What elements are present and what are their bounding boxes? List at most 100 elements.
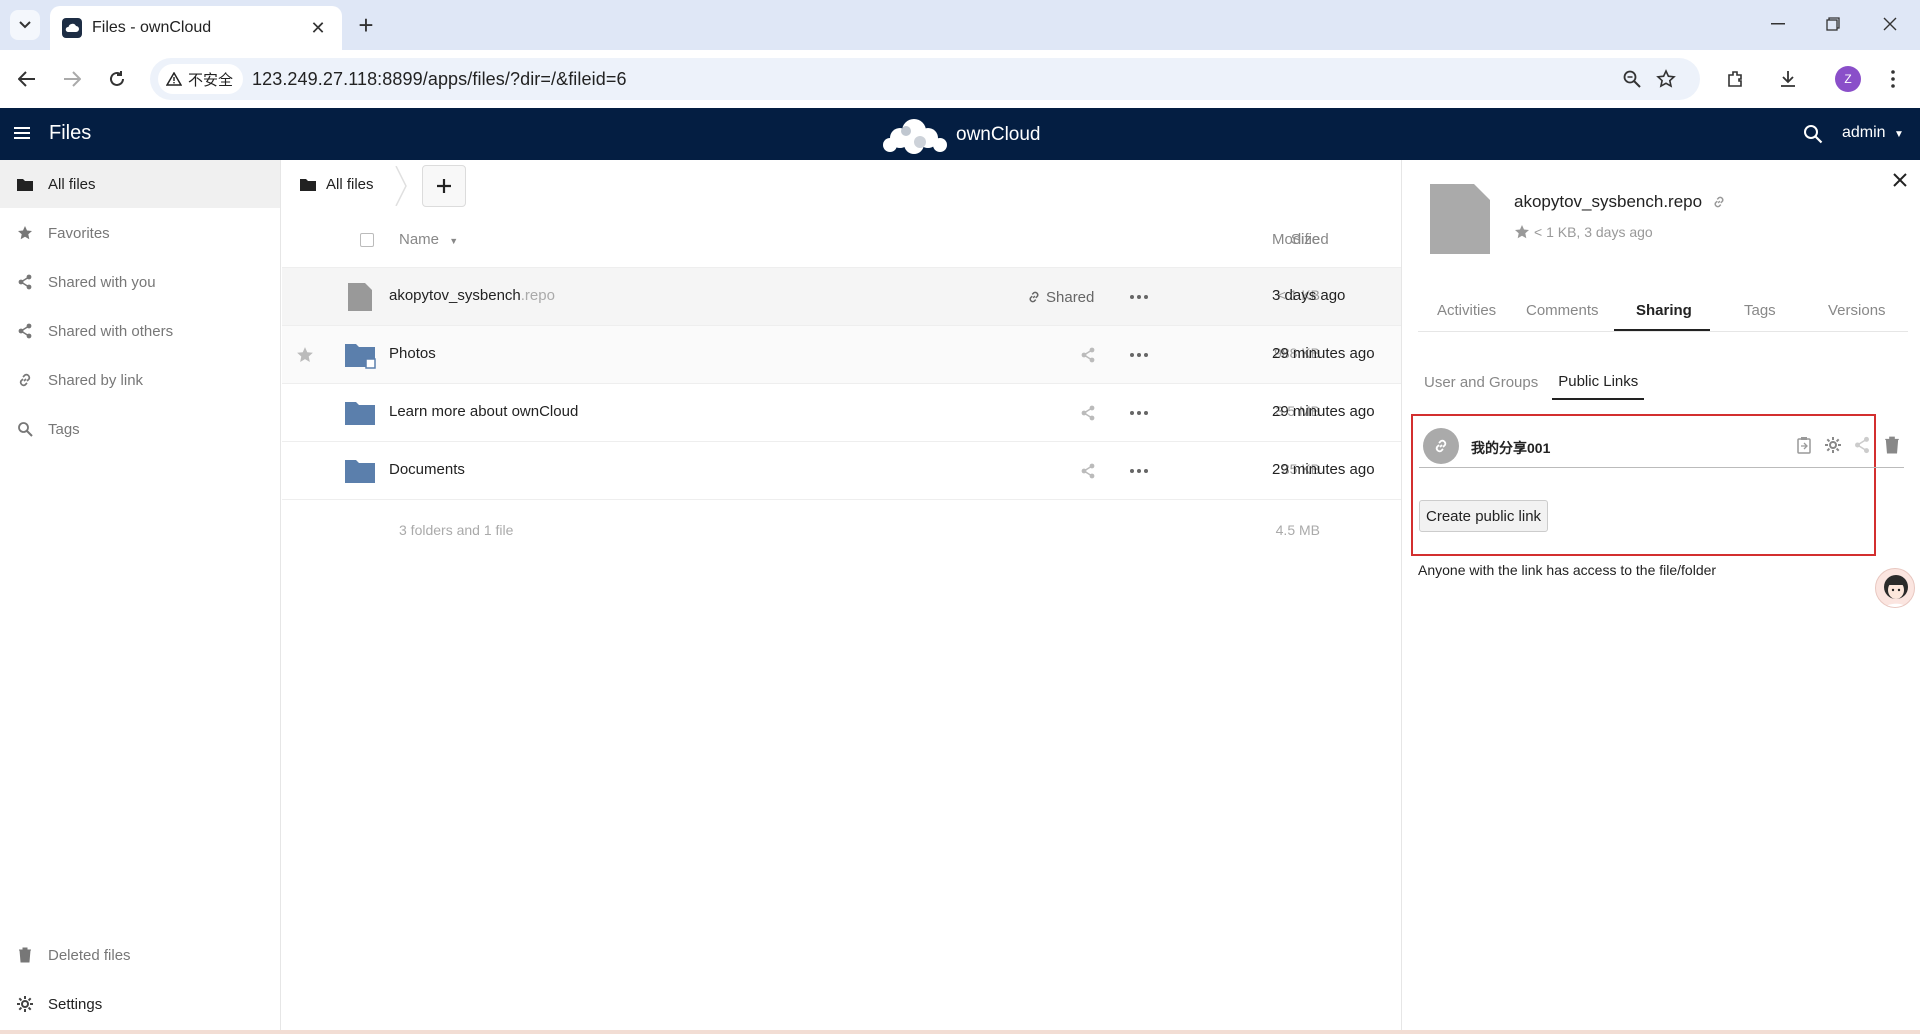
- create-public-link-button[interactable]: Create public link: [1419, 500, 1549, 532]
- close-window-button[interactable]: [1870, 8, 1910, 40]
- more-actions-icon[interactable]: [1127, 403, 1151, 423]
- back-button[interactable]: [12, 64, 42, 94]
- tab-close-icon[interactable]: ✕: [306, 18, 330, 39]
- security-indicator[interactable]: 不安全: [158, 64, 244, 94]
- trash-icon[interactable]: [1883, 436, 1901, 454]
- owncloud-logo[interactable]: ownCloud: [880, 114, 1041, 156]
- gear-icon[interactable]: [1824, 436, 1842, 454]
- hamburger-menu-icon[interactable]: [14, 124, 34, 144]
- restore-button[interactable]: [1813, 8, 1853, 40]
- shared-status-button[interactable]: Shared: [1027, 287, 1094, 307]
- more-actions-icon[interactable]: [1127, 287, 1151, 307]
- downloads-icon[interactable]: [1773, 64, 1803, 94]
- new-tab-button[interactable]: +: [352, 10, 380, 40]
- public-link-item: 我的分享001: [1419, 422, 1904, 468]
- nav-item-shared-by-link[interactable]: Shared by link: [0, 356, 280, 404]
- profile-initial: Z: [1844, 72, 1852, 86]
- file-extension: .repo: [520, 287, 555, 304]
- file-basename: akopytov_sysbench: [389, 287, 521, 304]
- table-row[interactable]: Learn more about ownCloud 3.5 MB 29 minu…: [282, 384, 1401, 442]
- column-name-header[interactable]: Name ▼: [399, 231, 458, 248]
- brand-name: ownCloud: [956, 124, 1041, 145]
- cloud-logo-icon: [883, 119, 947, 154]
- browser-menu-icon[interactable]: [1878, 64, 1908, 94]
- tab-comments[interactable]: Comments: [1526, 302, 1599, 319]
- trash-icon: [16, 946, 34, 964]
- browser-toolbar: 不安全 123.249.27.118:8899/apps/files/?dir=…: [0, 50, 1920, 108]
- nav-item-favorites[interactable]: Favorites: [0, 209, 280, 257]
- forward-button[interactable]: [57, 64, 87, 94]
- link-icon: [1029, 291, 1039, 303]
- arrow-right-icon: [64, 71, 81, 87]
- owncloud-favicon-icon: [62, 18, 82, 38]
- assistant-avatar[interactable]: [1875, 568, 1915, 608]
- user-name: admin: [1842, 124, 1886, 141]
- file-name[interactable]: Learn more about ownCloud: [389, 403, 578, 420]
- folder-icon: [16, 175, 34, 193]
- nav-item-all-files[interactable]: All files: [0, 160, 280, 208]
- user-menu[interactable]: admin ▼: [1842, 124, 1904, 142]
- profile-avatar[interactable]: Z: [1835, 66, 1861, 92]
- star-icon[interactable]: [1514, 224, 1530, 240]
- details-file-name-text: akopytov_sysbench.repo: [1514, 192, 1703, 211]
- star-icon[interactable]: [296, 346, 314, 364]
- subtab-public-links[interactable]: Public Links: [1552, 364, 1645, 400]
- share-icon[interactable]: [1853, 436, 1871, 454]
- minimize-button[interactable]: [1758, 8, 1798, 40]
- file-name[interactable]: Photos: [389, 345, 436, 362]
- file-name[interactable]: akopytov_sysbench.repo: [389, 287, 555, 304]
- address-bar[interactable]: 不安全 123.249.27.118:8899/apps/files/?dir=…: [150, 58, 1700, 100]
- breadcrumb-all-files[interactable]: All files: [300, 176, 374, 193]
- nav-label: Shared with you: [48, 273, 156, 291]
- tab-activities[interactable]: Activities: [1437, 302, 1496, 319]
- select-all-checkbox[interactable]: [360, 233, 374, 247]
- nav-item-tags[interactable]: Tags: [0, 405, 280, 453]
- share-icon[interactable]: [1080, 345, 1096, 365]
- search-icon[interactable]: [1803, 124, 1823, 144]
- nav-item-deleted-files[interactable]: Deleted files: [0, 931, 280, 979]
- reload-button[interactable]: [102, 64, 132, 94]
- tab-versions[interactable]: Versions: [1828, 302, 1886, 319]
- star-icon: [16, 224, 34, 242]
- clipboard-icon[interactable]: [1795, 436, 1813, 454]
- column-modified-header[interactable]: Modified: [1272, 231, 1329, 248]
- details-sidebar: akopytov_sysbench.repo < 1 KB, 3 days ag…: [1401, 160, 1920, 1034]
- sort-caret-icon: ▼: [449, 236, 459, 246]
- share-subtabs: User and Groups Public Links: [1418, 364, 1645, 400]
- gear-icon: [16, 995, 34, 1013]
- share-icon[interactable]: [1080, 403, 1096, 423]
- warning-icon: [166, 72, 182, 86]
- more-actions-icon[interactable]: [1127, 461, 1151, 481]
- url-text[interactable]: 123.249.27.118:8899/apps/files/?dir=/&fi…: [252, 69, 627, 90]
- nav-item-settings[interactable]: Settings: [0, 980, 280, 1028]
- tab-search-button[interactable]: [10, 10, 40, 40]
- subtab-user-and-groups[interactable]: User and Groups: [1418, 364, 1544, 400]
- app-title[interactable]: Files: [49, 122, 91, 145]
- table-row[interactable]: Photos 988 KB 29 minutes ago: [282, 326, 1401, 384]
- more-actions-icon[interactable]: [1127, 345, 1151, 365]
- breadcrumb-label: All files: [326, 176, 374, 193]
- nav-item-shared-with-you[interactable]: Shared with you: [0, 258, 280, 306]
- file-name[interactable]: Documents: [389, 461, 465, 478]
- file-modified: 3 days ago: [1272, 287, 1346, 304]
- share-icon[interactable]: [1080, 461, 1096, 481]
- link-icon: [16, 371, 34, 389]
- tab-tags[interactable]: Tags: [1744, 302, 1776, 319]
- zoom-icon[interactable]: [1621, 68, 1643, 90]
- app-header: Files ownCloud admin ▼: [0, 108, 1920, 160]
- bookmark-star-icon[interactable]: [1655, 68, 1677, 90]
- close-icon[interactable]: [1892, 172, 1908, 188]
- table-row[interactable]: Documents 35 KB 29 minutes ago: [282, 442, 1401, 500]
- table-row[interactable]: akopytov_sysbench.repo Shared < 1 KB 3 d…: [282, 268, 1401, 326]
- extensions-icon[interactable]: [1721, 64, 1751, 94]
- tab-sharing[interactable]: Sharing: [1636, 302, 1692, 319]
- browser-tab-active[interactable]: Files - ownCloud ✕: [50, 6, 342, 50]
- shared-label: Shared: [1046, 288, 1095, 306]
- link-icon[interactable]: [1712, 195, 1726, 209]
- column-modified-label: Modified: [1272, 231, 1329, 248]
- new-file-button[interactable]: [422, 165, 466, 207]
- folder-icon: [345, 460, 375, 483]
- security-label: 不安全: [188, 71, 234, 89]
- folder-icon: [345, 402, 375, 425]
- nav-item-shared-with-others[interactable]: Shared with others: [0, 307, 280, 355]
